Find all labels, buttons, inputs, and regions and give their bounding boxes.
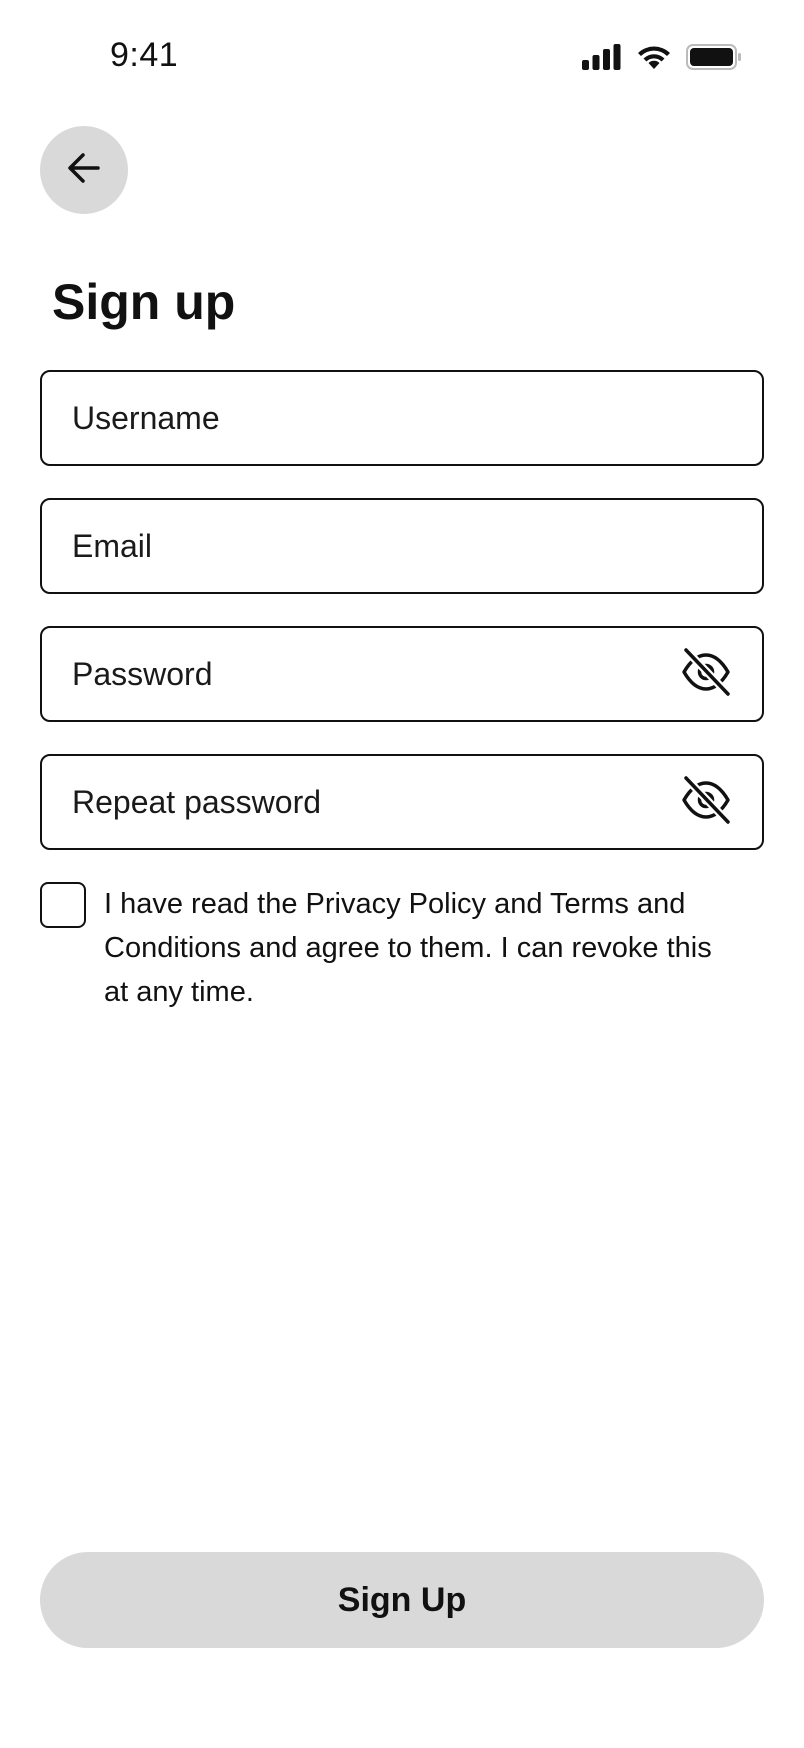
wifi-icon	[636, 44, 672, 75]
consent-checkbox[interactable]	[40, 882, 86, 928]
consent-text: I have read the Privacy Policy and Terms…	[104, 888, 712, 1008]
status-icons	[582, 44, 742, 75]
password-field[interactable]	[40, 626, 764, 722]
status-bar: 9:41	[0, 0, 804, 110]
status-time: 9:41	[110, 36, 179, 74]
back-button[interactable]	[40, 126, 128, 214]
password-visibility-toggle[interactable]	[678, 645, 734, 703]
page-title: Sign up	[52, 274, 236, 330]
battery-icon	[686, 44, 742, 75]
cellular-signal-icon	[582, 44, 622, 75]
repeat-password-field[interactable]	[40, 754, 764, 850]
eye-off-icon	[680, 645, 732, 703]
email-field[interactable]	[40, 498, 764, 594]
consent-row: I have read the Privacy Policy and Terms…	[40, 882, 764, 1043]
arrow-left-icon	[64, 148, 104, 193]
sign-up-button[interactable]: Sign Up	[40, 1552, 764, 1648]
eye-off-icon	[680, 773, 732, 831]
username-field[interactable]	[40, 370, 764, 466]
email-input[interactable]	[42, 500, 762, 592]
repeat-password-visibility-toggle[interactable]	[678, 773, 734, 831]
username-input[interactable]	[42, 372, 762, 464]
repeat-password-input[interactable]	[42, 756, 678, 848]
password-input[interactable]	[42, 628, 678, 720]
